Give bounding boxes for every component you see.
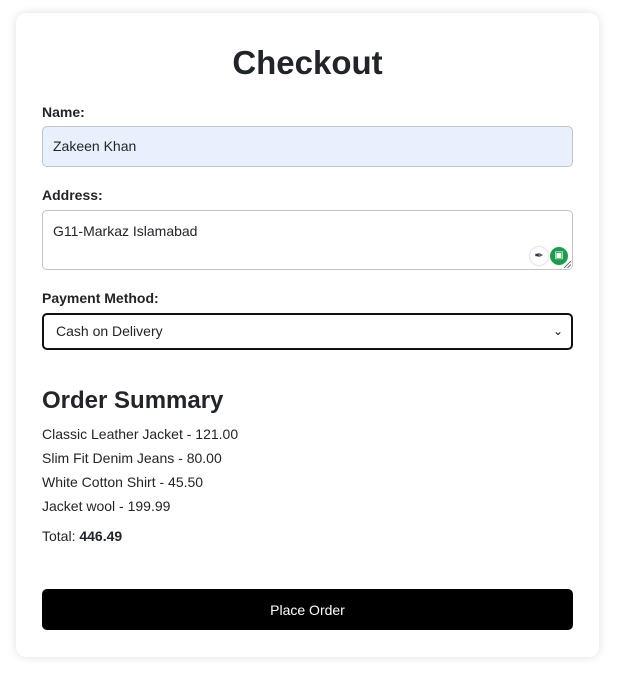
resize-handle[interactable]	[564, 261, 571, 268]
address-label: Address:	[42, 187, 103, 203]
place-order-button[interactable]: Place Order	[42, 589, 573, 630]
name-label: Name:	[42, 104, 85, 120]
address-textarea[interactable]: G11-Markaz Islamabad ✒ ▣	[42, 210, 573, 270]
payment-selected-value: Cash on Delivery	[56, 323, 163, 339]
list-item: Slim Fit Denim Jeans - 80.00	[42, 450, 222, 466]
checkout-card: Checkout Name: Zakeen Khan Address: G11-…	[16, 13, 599, 657]
total-value: 446.49	[79, 528, 123, 544]
payment-method-select[interactable]: Cash on Delivery ⌄	[42, 313, 573, 350]
extension-icons: ✒ ▣	[530, 247, 568, 265]
list-item: Classic Leather Jacket - 121.00	[42, 426, 239, 442]
list-item: White Cotton Shirt - 45.50	[42, 474, 204, 490]
order-summary-title: Order Summary	[42, 387, 224, 414]
address-value: G11-Markaz Islamabad	[53, 223, 198, 239]
order-total: Total: 446.49	[42, 527, 122, 545]
chevron-down-icon: ⌄	[552, 324, 563, 338]
pen-icon[interactable]: ✒	[530, 247, 548, 265]
name-input[interactable]: Zakeen Khan	[42, 126, 573, 167]
list-item: Jacket wool - 199.99	[42, 498, 171, 514]
total-label: Total:	[42, 528, 76, 544]
payment-label: Payment Method:	[42, 290, 159, 306]
order-items-list: Classic Leather Jacket - 121.00 Slim Fit…	[42, 422, 238, 518]
page-title: Checkout	[232, 44, 383, 81]
